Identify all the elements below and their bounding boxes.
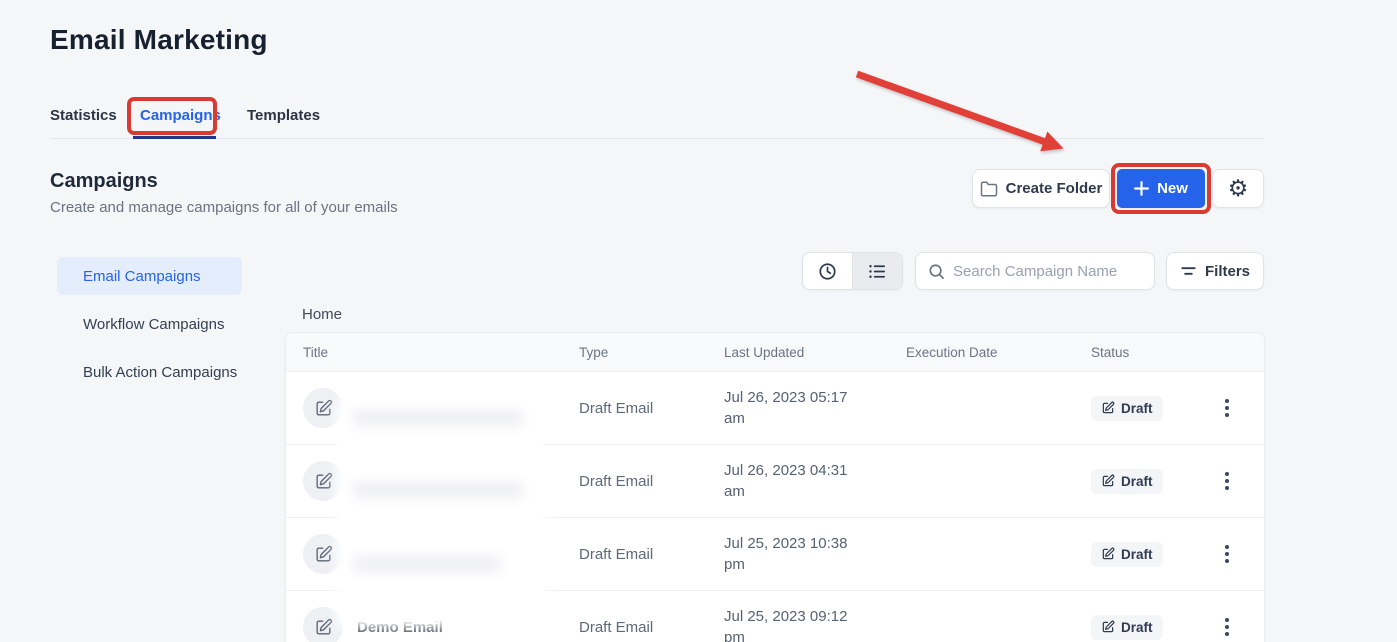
filters-label: Filters bbox=[1204, 262, 1250, 280]
status-label: Draft bbox=[1121, 473, 1153, 489]
sidebar-item-bulk-action-campaigns[interactable]: Bulk Action Campaigns bbox=[57, 353, 242, 391]
table-row[interactable]: Draft Email Jul 26, 2023 05:17 am Draft bbox=[286, 372, 1264, 445]
row-actions-menu[interactable] bbox=[1212, 539, 1242, 569]
campaign-avatar bbox=[303, 607, 343, 642]
column-header-type: Type bbox=[579, 344, 609, 360]
sidebar-item-workflow-campaigns[interactable]: Workflow Campaigns bbox=[57, 305, 242, 343]
page-title: Email Marketing bbox=[50, 24, 268, 55]
row-actions-menu[interactable] bbox=[1212, 393, 1242, 423]
campaign-avatar bbox=[303, 534, 343, 574]
edit-icon bbox=[1102, 620, 1115, 633]
last-updated: Jul 25, 2023 10:38 pm bbox=[724, 535, 848, 573]
new-button-label: New bbox=[1157, 180, 1188, 197]
table-header-row: Title Type Last Updated Execution Date S… bbox=[286, 333, 1264, 372]
sidebar-item-label: Email Campaigns bbox=[83, 267, 201, 285]
annotation-arrow bbox=[855, 70, 1064, 152]
column-header-last-updated: Last Updated bbox=[724, 344, 805, 360]
table-row[interactable]: Demo Email Draft Email Jul 25, 2023 09:1… bbox=[286, 591, 1264, 642]
campaign-type: Draft Email bbox=[579, 618, 654, 636]
campaign-title: Demo Email bbox=[357, 618, 443, 636]
row-actions-menu[interactable] bbox=[1212, 466, 1242, 496]
status-badge[interactable]: Draft bbox=[1091, 395, 1163, 421]
scheduled-view-button[interactable] bbox=[803, 253, 852, 289]
breadcrumb[interactable]: Home bbox=[302, 306, 342, 323]
status-badge[interactable]: Draft bbox=[1091, 468, 1163, 494]
campaign-search bbox=[915, 252, 1155, 290]
edit-icon bbox=[1102, 547, 1115, 560]
settings-button[interactable]: ⚙ bbox=[1212, 169, 1264, 208]
sidebar-item-label: Bulk Action Campaigns bbox=[83, 363, 238, 381]
campaign-type: Draft Email bbox=[579, 472, 654, 490]
view-toggle-group bbox=[802, 252, 903, 290]
campaign-avatar bbox=[303, 461, 343, 501]
list-view-button[interactable] bbox=[852, 253, 902, 289]
column-header-execution-date: Execution Date bbox=[906, 344, 998, 360]
email-marketing-page: Email Marketing Statistics Campaigns Tem… bbox=[0, 0, 1397, 642]
status-badge[interactable]: Draft bbox=[1091, 541, 1163, 567]
status-badge[interactable]: Draft bbox=[1091, 614, 1163, 640]
filter-icon bbox=[1180, 263, 1197, 280]
create-folder-button[interactable]: Create Folder bbox=[972, 169, 1110, 208]
status-label: Draft bbox=[1121, 400, 1153, 416]
clock-icon bbox=[818, 262, 837, 281]
row-actions-menu[interactable] bbox=[1212, 612, 1242, 642]
tab-campaigns[interactable]: Campaigns bbox=[140, 107, 221, 124]
edit-icon bbox=[1102, 474, 1115, 487]
edit-icon bbox=[315, 618, 332, 635]
sidebar-item-email-campaigns[interactable]: Email Campaigns bbox=[57, 257, 242, 295]
edit-icon bbox=[315, 399, 332, 416]
tab-statistics[interactable]: Statistics bbox=[50, 107, 117, 124]
tab-templates[interactable]: Templates bbox=[247, 107, 320, 124]
edit-icon bbox=[315, 472, 332, 489]
edit-icon bbox=[1102, 401, 1115, 414]
filters-button[interactable]: Filters bbox=[1166, 252, 1264, 290]
status-label: Draft bbox=[1121, 619, 1153, 635]
tabs-divider bbox=[50, 138, 1265, 139]
last-updated: Jul 26, 2023 05:17 am bbox=[724, 389, 848, 427]
campaign-type: Draft Email bbox=[579, 399, 654, 417]
campaign-avatar bbox=[303, 388, 343, 428]
create-folder-label: Create Folder bbox=[1005, 180, 1103, 197]
sidebar-item-label: Workflow Campaigns bbox=[83, 315, 225, 333]
campaigns-table: Title Type Last Updated Execution Date S… bbox=[285, 332, 1265, 642]
last-updated: Jul 26, 2023 04:31 am bbox=[724, 462, 848, 500]
new-campaign-button[interactable]: New bbox=[1117, 169, 1205, 208]
search-input[interactable] bbox=[953, 262, 1152, 280]
status-label: Draft bbox=[1121, 546, 1153, 562]
edit-icon bbox=[315, 545, 332, 562]
list-icon bbox=[868, 262, 887, 281]
section-title: Campaigns bbox=[50, 170, 158, 192]
folder-icon bbox=[980, 180, 998, 198]
column-header-status: Status bbox=[1091, 344, 1130, 360]
campaign-type: Draft Email bbox=[579, 545, 654, 563]
active-tab-underline bbox=[133, 136, 216, 139]
search-icon bbox=[928, 263, 945, 280]
table-row[interactable]: Draft Email Jul 25, 2023 10:38 pm Draft bbox=[286, 518, 1264, 591]
column-header-title: Title bbox=[303, 344, 329, 360]
plus-icon bbox=[1134, 181, 1150, 196]
table-row[interactable]: Draft Email Jul 26, 2023 04:31 am Draft bbox=[286, 445, 1264, 518]
section-subtitle: Create and manage campaigns for all of y… bbox=[50, 199, 398, 216]
last-updated: Jul 25, 2023 09:12 pm bbox=[724, 608, 848, 642]
gear-icon: ⚙ bbox=[1227, 175, 1249, 201]
